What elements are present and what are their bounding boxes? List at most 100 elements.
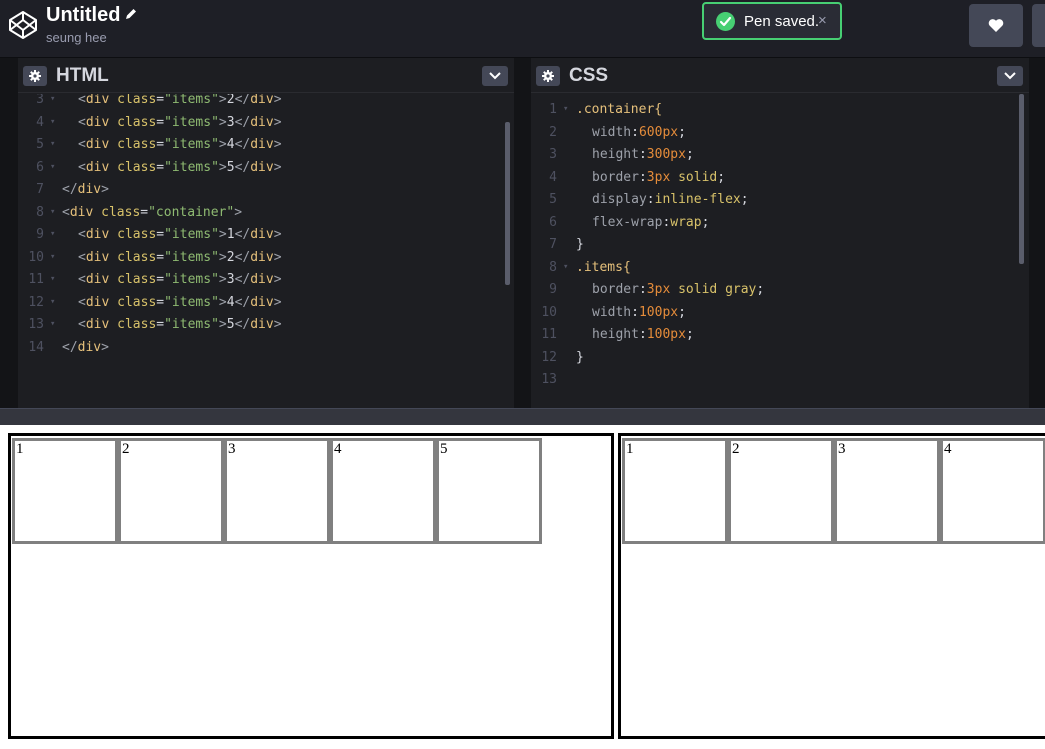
code-token: 4 — [226, 294, 235, 310]
css-settings-button[interactable] — [536, 66, 560, 86]
pencil-edit-icon[interactable] — [124, 7, 138, 21]
code-line[interactable]: 9 ▾ <div class="items">1</div> — [18, 227, 514, 250]
line-number: 9 — [549, 282, 557, 297]
code-token: </ — [234, 159, 251, 175]
pen-title[interactable]: Untitled — [46, 4, 120, 27]
css-code-area[interactable]: 1 ▾ .container{ 2 width:600px; 3 height:300px;… — [531, 94, 1029, 408]
html-scrollbar[interactable] — [505, 122, 510, 285]
flex-item: 4 — [940, 438, 1045, 544]
code-token: < — [78, 294, 86, 310]
css-scrollbar[interactable] — [1019, 94, 1024, 264]
code-text: height:100px; — [592, 327, 694, 342]
line-number: 7 — [36, 182, 44, 197]
code-token: </ — [234, 227, 251, 242]
css-collapse-button[interactable] — [997, 66, 1023, 86]
line-number: 1 — [549, 102, 557, 117]
code-line[interactable]: 12} — [531, 350, 1029, 373]
code-token: < — [78, 114, 86, 130]
html-collapse-button[interactable] — [482, 66, 508, 86]
code-text: <div class="items">4</div> — [78, 137, 282, 152]
code-token: > — [273, 317, 282, 332]
code-line[interactable]: 9 border:3px solid gray; — [531, 282, 1029, 305]
fold-arrow-icon: ▾ — [50, 274, 56, 284]
code-token: 5 — [226, 317, 235, 332]
pane-resizer[interactable] — [0, 408, 1045, 425]
html-settings-button[interactable] — [23, 66, 47, 86]
code-token: </ — [62, 339, 78, 355]
code-line[interactable]: 6 ▾ <div class="items">5</div> — [18, 160, 514, 183]
code-token: 3px — [646, 282, 671, 297]
code-line[interactable]: 7 </div> — [18, 182, 514, 205]
html-code-area[interactable]: 3 ▾ <div class="items">2</div> 4 ▾ <div class… — [18, 94, 514, 408]
code-token: div — [250, 227, 274, 242]
code-text: <div class="items">2</div> — [78, 94, 282, 107]
code-line[interactable]: 5 display:inline-flex; — [531, 192, 1029, 215]
author-name[interactable]: seung hee — [46, 30, 107, 45]
code-text: .container{ — [576, 102, 662, 117]
code-token: class — [117, 159, 157, 175]
code-line[interactable]: 8 ▾ <div class="container"> — [18, 205, 514, 228]
fold-arrow-icon: ▾ — [563, 104, 569, 114]
codepen-logo-icon[interactable] — [8, 10, 38, 40]
code-line[interactable]: 3 ▾ <div class="items">2</div> — [18, 94, 514, 115]
fold-arrow-icon: ▾ — [50, 319, 56, 329]
code-line[interactable]: 10 width:100px; — [531, 305, 1029, 328]
code-token: 4 — [226, 137, 235, 152]
code-token: </ — [234, 294, 251, 310]
css-pane-header: CSS — [531, 58, 1029, 93]
code-token: class — [117, 249, 157, 265]
code-token: div — [250, 294, 274, 310]
code-token: = — [156, 159, 165, 175]
flex-container: 12345 — [8, 433, 614, 739]
html-pane-header: HTML — [18, 58, 514, 93]
code-line[interactable]: 1 ▾ .container{ — [531, 102, 1029, 125]
code-token: "items" — [164, 227, 219, 242]
code-token: div — [250, 249, 274, 265]
code-line[interactable]: 4 border:3px solid; — [531, 170, 1029, 193]
code-line[interactable]: 7} — [531, 237, 1029, 260]
code-line[interactable]: 5 ▾ <div class="items">4</div> — [18, 137, 514, 160]
code-token: div — [85, 272, 110, 287]
code-token: > — [218, 249, 227, 265]
toast-message: Pen saved. — [744, 13, 820, 30]
code-line[interactable]: 13 ▾ <div class="items">5</div> — [18, 317, 514, 340]
line-number: 4 — [549, 169, 557, 185]
code-token: height — [592, 147, 639, 162]
code-token: class — [117, 317, 157, 332]
code-line[interactable]: 6 flex-wrap:wrap; — [531, 215, 1029, 238]
code-token: div — [85, 137, 110, 152]
code-token: > — [273, 249, 282, 265]
settings-button[interactable] — [1032, 4, 1045, 47]
code-line[interactable]: 13 — [531, 372, 1029, 395]
code-token: < — [78, 249, 86, 265]
code-line[interactable]: 14 </div> — [18, 340, 514, 363]
code-line[interactable]: 3 height:300px; — [531, 147, 1029, 170]
code-token: > — [234, 204, 243, 220]
fold-arrow-icon: ▾ — [50, 94, 56, 104]
code-token: > — [273, 94, 282, 107]
code-line[interactable]: 2 width:600px; — [531, 125, 1029, 148]
line-number: 6 — [549, 214, 557, 230]
line-number: 8 — [549, 259, 557, 275]
toast-close-icon[interactable]: × — [818, 12, 827, 29]
code-line[interactable]: 11 height:100px; — [531, 327, 1029, 350]
code-line[interactable]: 12 ▾ <div class="items">4</div> — [18, 295, 514, 318]
code-line[interactable]: 10 ▾ <div class="items">2</div> — [18, 250, 514, 273]
code-token: div — [250, 94, 274, 107]
code-token: div — [250, 114, 274, 130]
like-button[interactable] — [969, 4, 1023, 47]
code-text: } — [576, 237, 584, 252]
code-text: <div class="items">3</div> — [78, 272, 282, 287]
code-line[interactable]: 4 ▾ <div class="items">3</div> — [18, 115, 514, 138]
code-line[interactable]: 11 ▾ <div class="items">3</div> — [18, 272, 514, 295]
code-token: "items" — [164, 114, 219, 130]
save-toast: Pen saved. × — [702, 2, 842, 40]
flex-container: 1234 — [618, 433, 1045, 739]
code-line[interactable]: 8 ▾ .items{ — [531, 260, 1029, 283]
code-token: = — [156, 137, 165, 152]
code-token: > — [218, 227, 227, 242]
